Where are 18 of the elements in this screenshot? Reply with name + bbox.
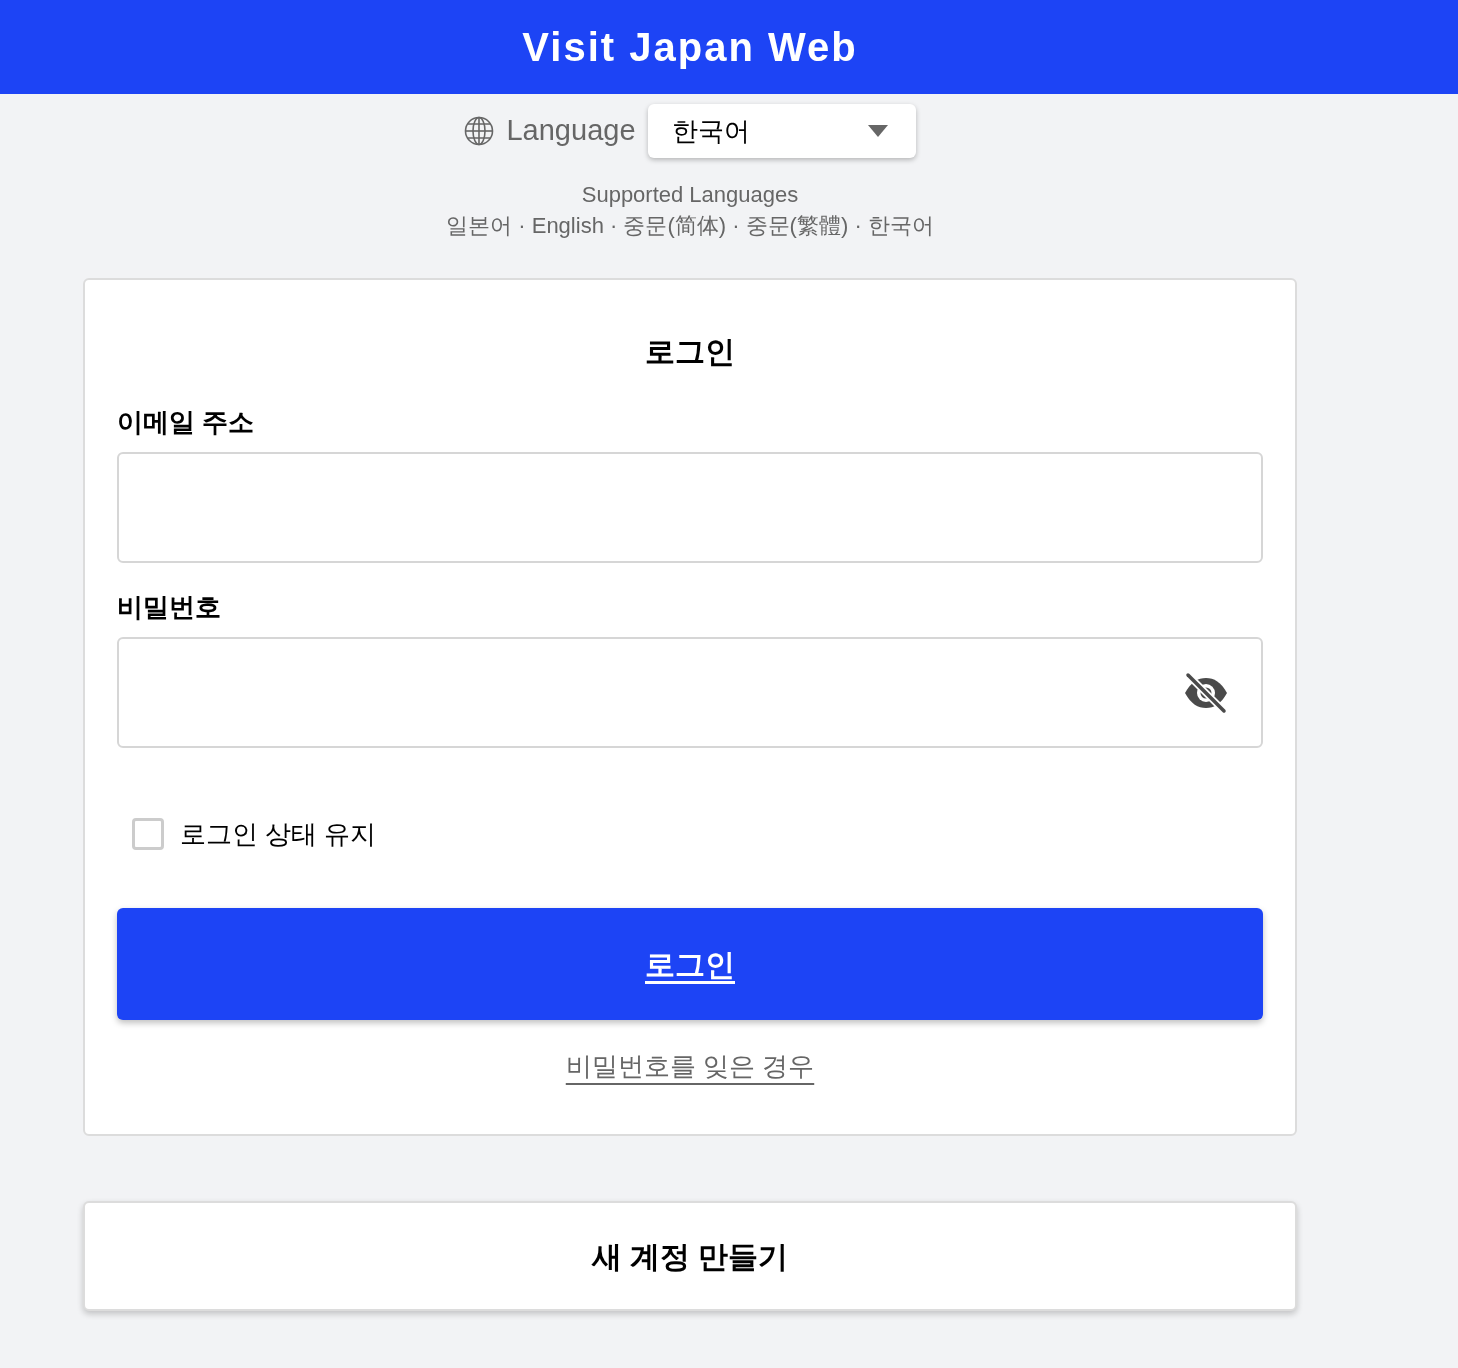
site-title: Visit Japan Web: [522, 24, 859, 71]
remember-label: 로그인 상태 유지: [180, 818, 377, 851]
language-label: Language: [506, 113, 636, 149]
supported-languages: 일본어 · English · 중문(简体) · 중문(繁體) · 한국어: [446, 212, 934, 240]
email-field[interactable]: [117, 452, 1263, 563]
password-field[interactable]: [117, 637, 1263, 748]
forgot-password-link[interactable]: 비밀번호를 잊은 경우: [565, 1046, 815, 1086]
create-account-button[interactable]: 새 계정 만들기: [83, 1201, 1297, 1311]
remember-checkbox[interactable]: [132, 818, 164, 850]
field-label: 이메일 주소: [117, 406, 256, 439]
globe-icon: [464, 116, 495, 146]
caret-icon: [867, 125, 888, 137]
eye-off-icon[interactable]: [1183, 671, 1229, 714]
login-title: 로그인: [644, 334, 736, 370]
supported-title: Supported Languages: [581, 181, 799, 209]
field-label: 비밀번호: [117, 591, 222, 624]
language-select[interactable]: 한국어: [647, 104, 916, 158]
login-button[interactable]: 로그인: [117, 908, 1263, 1020]
